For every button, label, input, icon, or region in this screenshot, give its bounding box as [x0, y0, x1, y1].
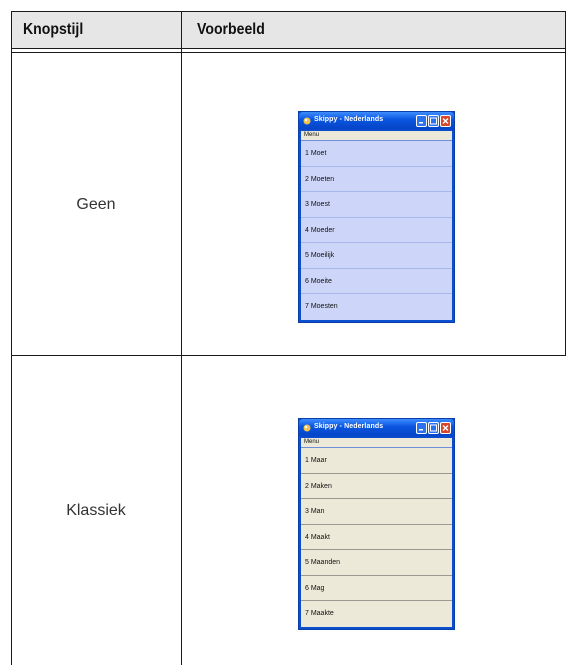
word-list-item[interactable]: 2 Maken	[301, 474, 452, 499]
word-list-item[interactable]: 3 Man	[301, 499, 452, 525]
header-double-border	[11, 52, 566, 53]
table-top-border	[11, 11, 566, 12]
word-list-item[interactable]: 6 Moeite	[301, 269, 452, 294]
window-menu[interactable]: Menu	[301, 438, 452, 447]
skippy-app-icon	[303, 117, 311, 125]
word-list-item[interactable]: 1 Moet	[301, 141, 452, 167]
row-separator	[11, 355, 566, 356]
word-list-item[interactable]: 3 Moest	[301, 192, 452, 218]
word-list: 1 Maar 2 Maken 3 Man 4 Maakt 5 Maanden 6…	[301, 447, 452, 627]
window-title: Skippy - Nederlands	[314, 116, 384, 123]
word-list-item[interactable]: 4 Moeder	[301, 218, 452, 243]
minimize-button[interactable]	[416, 422, 427, 434]
close-button[interactable]	[440, 422, 451, 434]
window-menu[interactable]: Menu	[301, 131, 452, 140]
table-right-border	[565, 11, 566, 356]
word-list-item[interactable]: 7 Moesten	[301, 294, 452, 320]
maximize-button[interactable]	[428, 422, 439, 434]
word-list-item[interactable]: 5 Maanden	[301, 550, 452, 576]
table-header	[11, 12, 566, 48]
column-header-knopstijl: Knopstijl	[23, 21, 84, 38]
style-label-geen: Geen	[76, 196, 116, 213]
example-window-klassiek: Skippy - Nederlands Menu 1 Maar 2 Maken …	[298, 418, 455, 630]
maximize-button[interactable]	[428, 115, 439, 127]
column-divider	[181, 11, 182, 665]
minimize-button[interactable]	[416, 115, 427, 127]
word-list-item[interactable]: 2 Moeten	[301, 167, 452, 192]
word-list-item[interactable]: 4 Maakt	[301, 525, 452, 550]
example-window-geen: Skippy - Nederlands Menu 1 Moet 2 Moeten…	[298, 111, 455, 323]
skippy-app-icon	[303, 424, 311, 432]
style-label-klassiek: Klassiek	[66, 502, 126, 519]
column-header-voorbeeld: Voorbeeld	[197, 21, 265, 38]
close-button[interactable]	[440, 115, 451, 127]
word-list-item[interactable]: 7 Maakte	[301, 601, 452, 627]
word-list-item[interactable]: 6 Mag	[301, 576, 452, 601]
window-titlebar: Skippy - Nederlands	[299, 419, 454, 438]
word-list-item[interactable]: 1 Maar	[301, 448, 452, 474]
window-title: Skippy - Nederlands	[314, 423, 384, 430]
window-titlebar: Skippy - Nederlands	[299, 112, 454, 131]
word-list-item[interactable]: 5 Moeilijk	[301, 243, 452, 269]
word-list: 1 Moet 2 Moeten 3 Moest 4 Moeder 5 Moeil…	[301, 140, 452, 320]
table-left-border	[11, 11, 12, 665]
header-bottom-border	[11, 48, 566, 49]
